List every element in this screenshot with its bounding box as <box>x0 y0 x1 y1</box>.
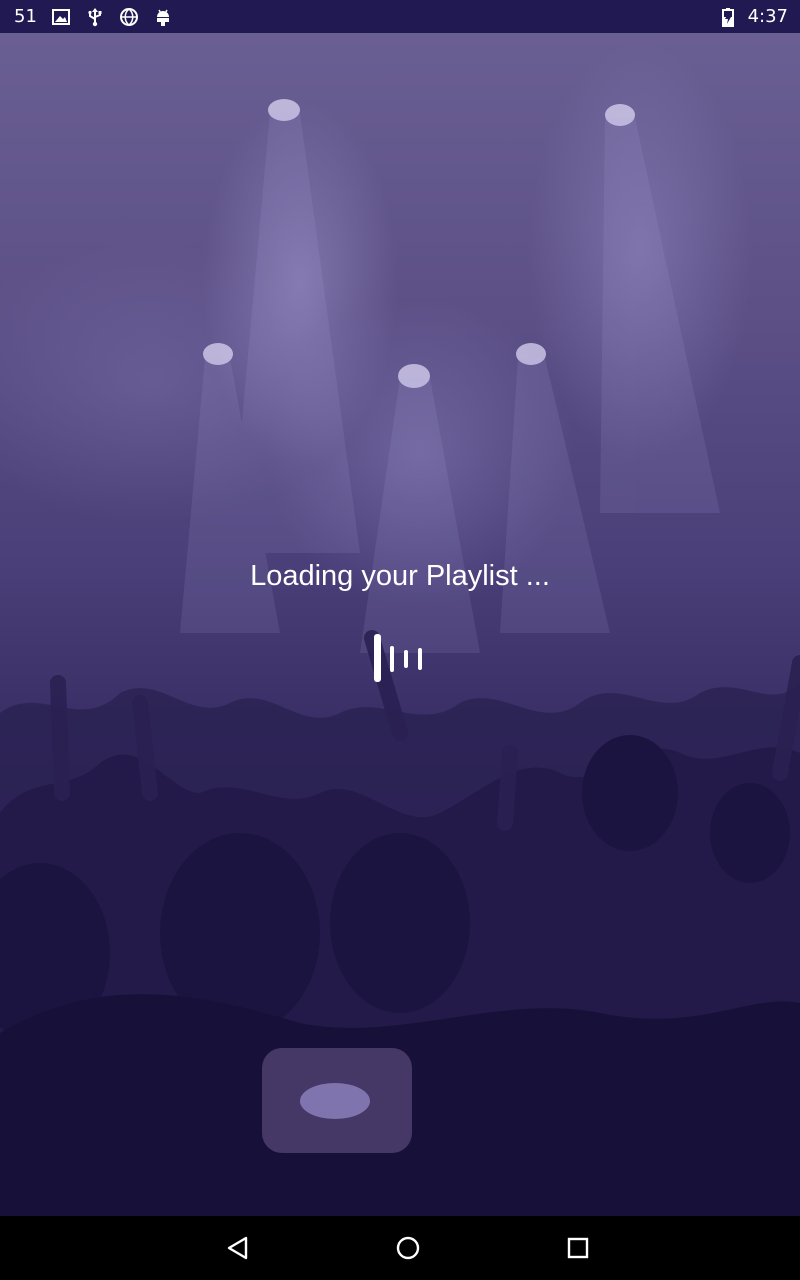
clock: 4:37 <box>747 6 788 27</box>
home-icon <box>396 1236 420 1260</box>
back-button[interactable] <box>222 1232 254 1264</box>
loading-message: Loading your Playlist ... <box>250 560 550 592</box>
image-icon <box>51 7 71 27</box>
navigation-bar <box>0 1216 800 1280</box>
notification-count: 51 <box>14 6 37 27</box>
status-bar: 51 4:37 <box>0 0 800 33</box>
home-button[interactable] <box>392 1232 424 1264</box>
status-right-group: 4:37 <box>718 0 788 33</box>
back-icon <box>227 1236 248 1260</box>
equalizer-bar <box>374 634 381 682</box>
loading-screen: 51 4:37 Loading your Playlist ... <box>0 0 800 1280</box>
recents-button[interactable] <box>562 1232 594 1264</box>
recents-icon <box>567 1237 589 1259</box>
equalizer-icon <box>374 634 424 684</box>
equalizer-bar <box>390 646 394 672</box>
equalizer-bar <box>404 650 408 668</box>
battery-charging-icon <box>718 7 738 27</box>
crowd-silhouette <box>0 99 800 1216</box>
vpn-globe-icon <box>119 7 139 27</box>
equalizer-bar <box>418 648 422 670</box>
usb-icon <box>85 7 105 27</box>
android-debug-icon <box>153 7 173 27</box>
status-left-group: 51 <box>14 0 173 33</box>
concert-background-image <box>0 33 800 1216</box>
